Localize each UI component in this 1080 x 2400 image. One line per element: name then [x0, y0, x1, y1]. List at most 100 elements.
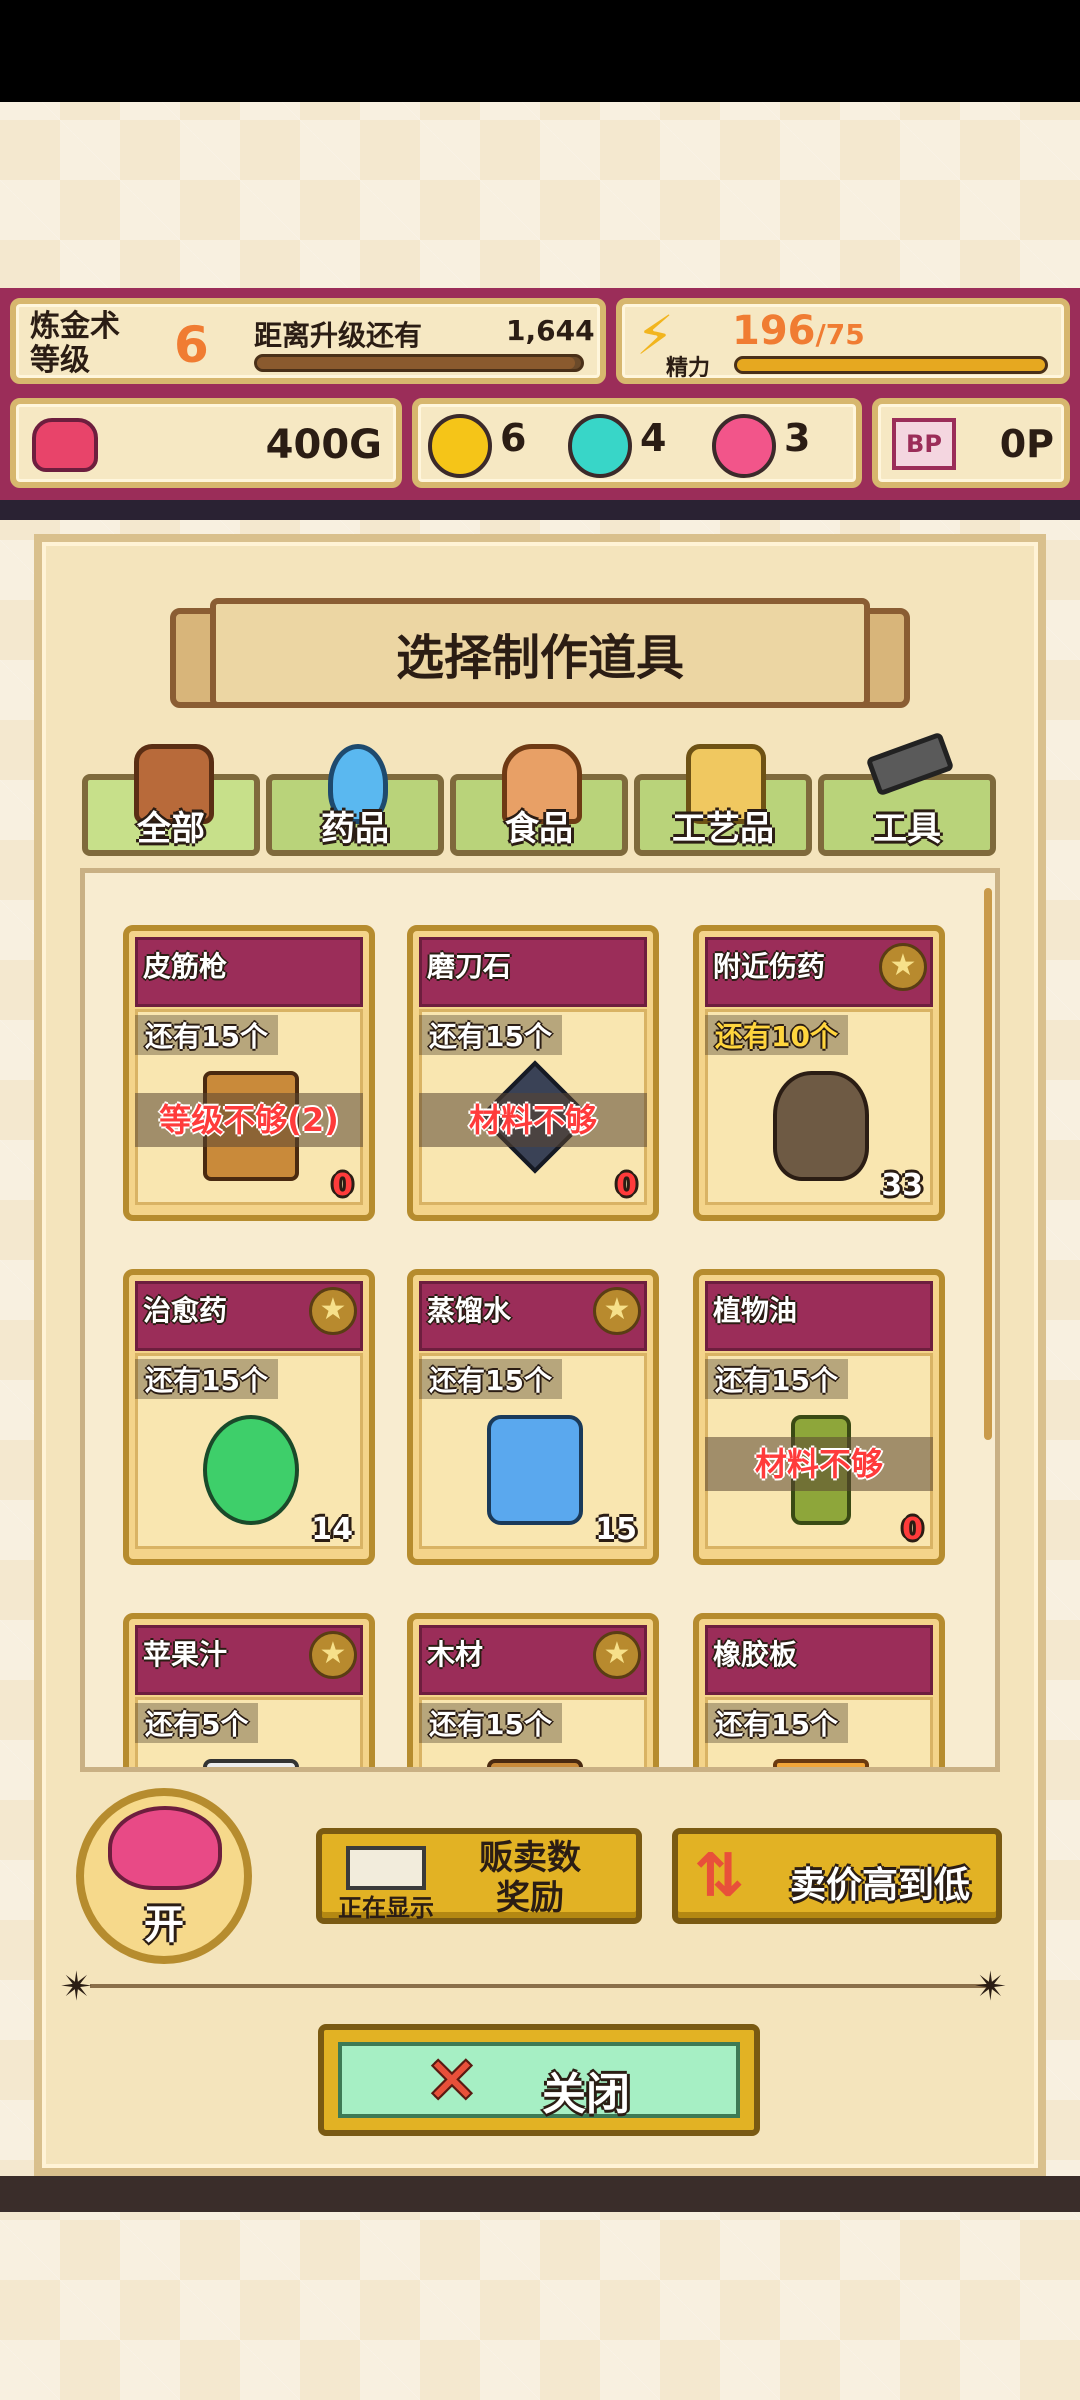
item-card[interactable]: 蒸馏水 ★ 还有15个 15 — [407, 1269, 659, 1565]
item-remaining: 还有10个 — [705, 1015, 848, 1055]
item-card[interactable]: 橡胶板 还有15个 — [693, 1613, 945, 1767]
close-button-face: ✕ 关闭 — [338, 2042, 740, 2120]
sort-arrows-icon: ⇅ — [694, 1841, 745, 1911]
exp-bar-fill — [257, 357, 575, 369]
cyan-orb-count: 4 — [640, 416, 667, 460]
item-grid[interactable]: 皮筋枪 还有15个 等级不够(2) 0 磨刀石 还有15个 材料不够 0 附近伤… — [80, 868, 1000, 1772]
item-stock-count: 0 — [902, 1512, 923, 1547]
tab-crafts-label: 工艺品 — [672, 809, 774, 849]
item-stock-count: 15 — [595, 1512, 637, 1547]
item-card[interactable]: 植物油 还有15个 材料不够 0 — [693, 1269, 945, 1565]
tab-crafts[interactable]: 工艺品 — [634, 744, 812, 856]
yellow-orb-count: 6 — [500, 416, 527, 460]
tab-all-label: 全部 — [137, 809, 205, 849]
item-name: 附近伤药 — [713, 950, 826, 983]
item-icon — [203, 1415, 299, 1525]
close-icon: ✕ — [426, 2044, 478, 2117]
exp-bar — [254, 354, 584, 372]
gold-panel: 400G — [10, 398, 402, 488]
sort-price-label: 卖价高到低 — [790, 1865, 971, 1906]
tab-food[interactable]: 食品 — [450, 744, 628, 856]
sparkle-icon: ✴ — [60, 1964, 94, 2010]
assistant-toggle-label: 开 — [144, 1902, 184, 1948]
item-card[interactable]: 治愈药 ★ 还有15个 14 — [123, 1269, 375, 1565]
orbs-panel: 6 4 3 — [412, 398, 862, 488]
sales-reward-button[interactable]: 正在显示 贩卖数 奖励 — [316, 1828, 642, 1924]
star-icon: ★ — [309, 1631, 357, 1679]
star-icon: ★ — [593, 1287, 641, 1335]
sales-reward-status: 正在显示 — [338, 1894, 434, 1922]
level-value: 6 — [174, 316, 209, 374]
divider-line — [90, 1984, 990, 1988]
bp-ticket-icon: BP — [892, 418, 956, 470]
item-name: 植物油 — [713, 1294, 798, 1327]
title-banner: 选择制作道具 — [170, 578, 910, 728]
item-warning: 材料不够 — [705, 1437, 933, 1491]
item-icon — [487, 1415, 583, 1525]
item-name: 蒸馏水 — [427, 1294, 512, 1327]
energy-bar — [734, 356, 1048, 374]
assistant-avatar — [108, 1806, 222, 1890]
item-card[interactable]: 磨刀石 还有15个 材料不够 0 — [407, 925, 659, 1221]
close-label: 关闭 — [542, 2069, 630, 2120]
assistant-toggle[interactable]: 开 — [76, 1788, 252, 1964]
item-remaining: 还有15个 — [705, 1359, 848, 1399]
item-name: 苹果汁 — [143, 1638, 228, 1671]
energy-panel[interactable]: ⚡ 精力 196/75 — [616, 298, 1070, 384]
energy-label: 精力 — [666, 356, 711, 381]
tab-tools-label: 工具 — [873, 809, 941, 849]
item-warning: 材料不够 — [419, 1093, 647, 1147]
book-icon — [346, 1846, 426, 1890]
gold-value: 400G — [265, 422, 382, 468]
pink-orb-count: 3 — [784, 416, 811, 460]
close-button[interactable]: ✕ 关闭 — [318, 2024, 760, 2136]
item-name: 皮筋枪 — [143, 950, 228, 983]
status-bar — [0, 0, 1080, 102]
bp-value: 0P — [999, 422, 1054, 466]
background-strip — [0, 2176, 1080, 2212]
item-card[interactable]: 木材 ★ 还有15个 — [407, 1613, 659, 1767]
tab-all[interactable]: 全部 — [82, 744, 260, 856]
tab-medicine-label: 药品 — [321, 809, 389, 849]
purse-icon — [32, 418, 98, 472]
item-stock-count: 33 — [881, 1168, 923, 1203]
item-name: 橡胶板 — [713, 1638, 798, 1671]
exp-label: 距离升级还有 — [254, 319, 423, 352]
sparkle-icon: ✴ — [974, 1964, 1008, 2010]
pink-orb-icon — [712, 414, 776, 478]
energy-max: /75 — [815, 318, 865, 351]
sales-reward-label: 贩卖数 奖励 — [479, 1838, 581, 1918]
item-warning: 等级不够(2) — [135, 1093, 363, 1147]
item-card[interactable]: 附近伤药 ★ 还有10个 33 — [693, 925, 945, 1221]
cyan-orb-icon — [568, 414, 632, 478]
tab-medicine[interactable]: 药品 — [266, 744, 444, 856]
item-card[interactable]: 苹果汁 ★ 还有5个 — [123, 1613, 375, 1767]
exp-value: 1,644 — [506, 314, 595, 347]
star-icon: ★ — [593, 1631, 641, 1679]
tab-food-label: 食品 — [505, 809, 573, 849]
item-name: 治愈药 — [143, 1294, 228, 1327]
item-card[interactable]: 皮筋枪 还有15个 等级不够(2) 0 — [123, 925, 375, 1221]
bp-panel: BP 0P — [872, 398, 1070, 488]
sort-price-button[interactable]: ⇅ 卖价高到低 — [672, 1828, 1002, 1924]
item-remaining: 还有15个 — [419, 1015, 562, 1055]
item-name: 磨刀石 — [427, 950, 512, 983]
item-stock-count: 0 — [616, 1168, 637, 1203]
yellow-orb-icon — [428, 414, 492, 478]
item-icon — [773, 1759, 869, 1767]
item-stock-count: 14 — [311, 1512, 353, 1547]
grid-scrollbar[interactable] — [984, 888, 992, 1440]
level-label: 炼金术 等级 — [30, 309, 120, 378]
item-remaining: 还有15个 — [135, 1359, 278, 1399]
item-remaining: 还有5个 — [135, 1703, 259, 1743]
item-remaining: 还有15个 — [135, 1015, 278, 1055]
energy-bar-fill — [737, 359, 1045, 371]
header-divider — [0, 500, 1080, 520]
item-icon — [203, 1759, 299, 1767]
item-remaining: 还有15个 — [705, 1703, 848, 1743]
item-icon — [487, 1759, 583, 1767]
dialog-title: 选择制作道具 — [395, 630, 684, 686]
energy-value: 196 — [732, 308, 816, 354]
tab-tools[interactable]: 工具 — [818, 731, 996, 856]
player-status-header: 炼金术 等级 6 距离升级还有 1,644 ⚡ 精力 196/75 400G 6… — [0, 288, 1080, 502]
